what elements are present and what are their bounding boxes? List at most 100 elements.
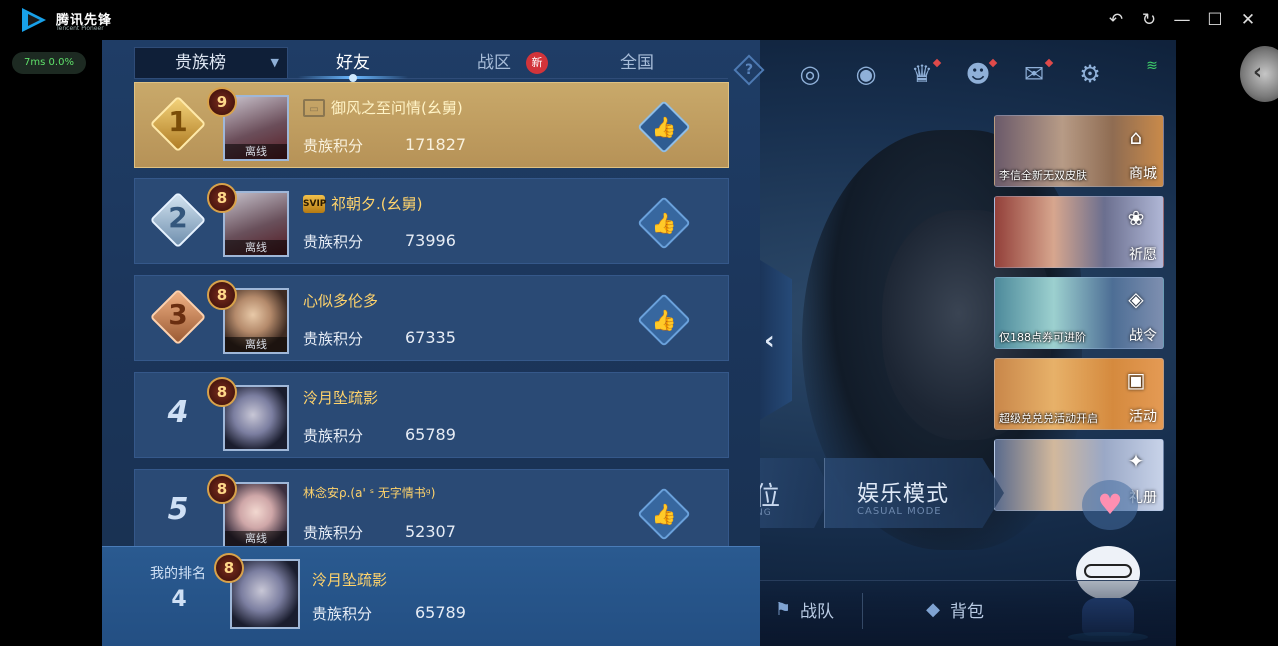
lobby-bottom-bar: ⚑ 战队 ◆ 背包 [742, 580, 1176, 646]
noble-level-badge: 8 [214, 553, 244, 583]
refresh-icon[interactable]: ↻ [1137, 8, 1161, 32]
player-name: 泠月坠疏影 [303, 389, 379, 407]
rank-number: 4 [167, 395, 189, 430]
chevron-left-icon: ‹ [764, 326, 775, 356]
thumbs-up-icon: 👍 [651, 308, 677, 332]
offline-status: 离线 [225, 240, 287, 255]
score-label: 贵族积分 [303, 137, 364, 155]
emulator-side-area [1176, 40, 1278, 646]
noble-level-badge: 9 [207, 87, 237, 117]
my-rank-bar: 我的排名 4 8 泠月坠疏影 贵族积分 65789 [102, 546, 760, 646]
thumbs-up-icon: 👍 [651, 211, 677, 235]
target-icon[interactable]: ◎ [792, 56, 828, 92]
offline-status: 离线 [225, 337, 287, 352]
like-button[interactable]: 👍 [637, 293, 691, 347]
score-label: 贵族积分 [303, 330, 364, 348]
tile-shop[interactable]: ⌂ 李信全新无双皮肤 商城 [994, 115, 1164, 187]
maximize-button[interactable]: ☐ [1203, 8, 1227, 32]
bag-label: 背包 [950, 602, 984, 622]
like-button[interactable]: 👍 [637, 487, 691, 541]
help-icon[interactable]: ? [733, 54, 765, 86]
score-label: 贵族积分 [303, 233, 364, 251]
tile-caption: 仅188点券可进阶 [999, 331, 1086, 344]
close-button[interactable]: ✕ [1236, 8, 1260, 32]
rank-number: 5 [167, 492, 189, 527]
thumbs-up-icon: 👍 [651, 115, 677, 139]
bag-icon: ◆ [926, 598, 940, 620]
giftbook-icon: ✦ [1127, 449, 1145, 473]
settings-gear-icon[interactable]: ⚙ [1072, 56, 1108, 92]
eye-icon[interactable]: ◉ [848, 56, 884, 92]
bag-button[interactable]: ◆ 背包 [922, 597, 984, 623]
leaderboard-row[interactable]: 4 8 泠月坠疏影 贵族积分 65789 [134, 372, 729, 458]
score-value: 65789 [405, 425, 456, 444]
new-badge: 新 [526, 52, 548, 74]
leaderboard-type-dropdown[interactable]: 贵族榜 ▼ [134, 47, 288, 79]
score-value: 52307 [405, 522, 456, 541]
casual-mode-button[interactable]: 娱乐模式 CASUAL MODE [824, 458, 1004, 528]
tile-event[interactable]: ▣ 超级兑兑兑活动开启 活动 [994, 358, 1164, 430]
player-name: ▭ 御风之至问情(幺舅) [303, 97, 463, 118]
my-player-name: 泠月坠疏影 [312, 571, 388, 589]
noble-level-badge: 8 [207, 474, 237, 504]
noble-level-badge: 8 [207, 280, 237, 310]
my-rank-label: 我的排名 [150, 566, 206, 582]
tile-wish[interactable]: ❀ 祈愿 [994, 196, 1164, 268]
noble-level-badge: 8 [207, 183, 237, 213]
wish-icon: ❀ [1127, 206, 1145, 230]
undo-icon[interactable]: ↶ [1104, 8, 1128, 32]
offline-status: 离线 [225, 144, 287, 159]
leaderboard-row[interactable]: 3 离线 8 心似多伦多 贵族积分 67335 👍 [134, 275, 729, 361]
emulator-titlebar: 腾讯先锋 Tencent Pioneer ↶ ↻ — ☐ ✕ [0, 0, 1278, 40]
score-label: 贵族积分 [312, 605, 373, 623]
tile-giftbook[interactable]: ✦ 礼册 [994, 439, 1164, 511]
score-value: 65789 [415, 603, 466, 622]
thumbs-up-icon: 👍 [651, 502, 677, 526]
leaderboard-row[interactable]: 2 离线 8 SVIP 祁朝夕.(幺舅) 贵族积分 73996 👍 [134, 178, 729, 264]
gold-rank-badge: 1 [149, 95, 207, 154]
offline-status: 离线 [225, 531, 287, 546]
leaderboard-row[interactable]: 5 离线 8 林念安ρ.(a' ˢ 无字情书ᵍ) 贵族积分 52307 👍 [134, 469, 729, 546]
noble-level-badge: 8 [207, 377, 237, 407]
chevron-down-icon: ▼ [270, 56, 279, 69]
casual-mode-subtitle: CASUAL MODE [857, 506, 942, 517]
my-rank-number: 4 [171, 587, 187, 612]
bronze-rank-badge: 3 [149, 288, 207, 347]
tile-label: 活动 [1129, 409, 1157, 425]
leaderboard-tabs: 贵族榜 ▼ 好友 战区 新 全国 ? [134, 47, 765, 86]
app-subname: Tencent Pioneer [56, 25, 104, 32]
svip-icon: SVIP [303, 194, 326, 213]
team-label: 战队 [800, 602, 834, 622]
tab-national[interactable]: 全国 [582, 47, 692, 79]
minimize-button[interactable]: — [1170, 8, 1194, 32]
trophy-icon[interactable]: ♛ [904, 56, 942, 92]
score-value: 171827 [405, 135, 467, 154]
player-name: SVIP 祁朝夕.(幺舅) [303, 194, 423, 213]
leaderboard-row[interactable]: 1 离线 9 ▭ 御风之至问情(幺舅) 贵族积分 171827 👍 [134, 82, 729, 168]
dropdown-value: 贵族榜 [175, 53, 226, 73]
tencent-pioneer-logo [22, 8, 46, 32]
leaderboard-panel: 贵族榜 ▼ 好友 战区 新 全国 ? 1 离线 9 ▭ 御风之至问情(幺舅) 贵… [102, 40, 792, 646]
silver-rank-badge: 2 [149, 191, 207, 250]
shop-icon: ⌂ [1129, 125, 1143, 149]
lobby-top-icons: ◎ ◉ ♛ ☻ ✉ ⚙ [792, 56, 1108, 92]
collapse-panel-button[interactable]: ‹ [760, 260, 792, 420]
battlepass-icon: ◈ [1128, 287, 1144, 311]
team-button[interactable]: ⚑ 战队 [772, 597, 834, 623]
event-icon: ▣ [1126, 368, 1146, 392]
heart-icon[interactable]: ♥ [1082, 480, 1138, 530]
tile-caption: 超级兑兑兑活动开启 [999, 412, 1098, 425]
player-name: 心似多伦多 [303, 292, 379, 310]
mail-icon[interactable]: ✉ [1016, 56, 1054, 92]
score-value: 73996 [405, 231, 456, 250]
score-value: 67335 [405, 328, 456, 347]
fps-indicator: 7ms 0.0% [12, 52, 86, 74]
like-button[interactable]: 👍 [637, 196, 691, 250]
like-button[interactable]: 👍 [637, 100, 691, 154]
player-name: 林念安ρ.(a' ˢ 无字情书ᵍ) [303, 486, 436, 500]
friends-icon[interactable]: ☻ [960, 56, 998, 92]
tile-battlepass[interactable]: ◈ 仅188点券可进阶 战令 [994, 277, 1164, 349]
leaderboard-list: 1 离线 9 ▭ 御风之至问情(幺舅) 贵族积分 171827 👍 2 离线 8… [134, 82, 729, 546]
shop-tiles: ⌂ 李信全新无双皮肤 商城 ❀ 祈愿 ◈ 仅188点券可进阶 战令 ▣ 超级兑兑… [994, 115, 1164, 520]
casual-mode-title: 娱乐模式 [857, 482, 950, 507]
